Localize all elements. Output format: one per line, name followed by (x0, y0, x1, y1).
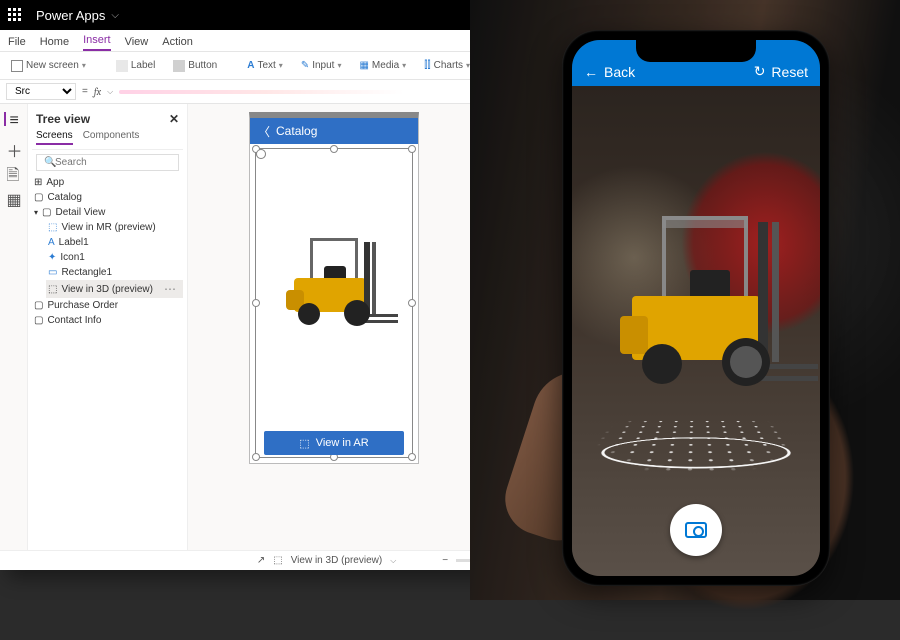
menu-view[interactable]: View (125, 33, 149, 51)
tree-node-catalog[interactable]: ▢Catalog (32, 190, 183, 205)
tree-tab-components[interactable]: Components (83, 130, 140, 145)
menu-home[interactable]: Home (40, 33, 69, 51)
ribbon-label[interactable]: Label (111, 57, 160, 75)
ribbon-charts[interactable]: ⫿⫿Charts▾ (419, 57, 475, 74)
back-button[interactable]: ← Back (584, 64, 635, 80)
tree-node-icon1[interactable]: ✦Icon1 (46, 250, 183, 265)
device-preview: 〈 Catalog (249, 112, 419, 464)
tree-tab-screens[interactable]: Screens (36, 130, 73, 145)
ribbon-media[interactable]: ▦Media▾ (354, 57, 411, 74)
rail-data-icon[interactable]: 🗎 (7, 164, 21, 178)
tree-node-purchase-order[interactable]: ▢Purchase Order (32, 298, 183, 313)
close-icon[interactable]: ✕ (169, 112, 179, 126)
rail-insert-icon[interactable]: ＋ (7, 138, 21, 152)
tree-node-label1[interactable]: ALabel1 (46, 235, 183, 250)
view-3d-control[interactable] (254, 148, 414, 427)
ribbon-new-screen[interactable]: New screen▾ (6, 57, 91, 75)
view-in-ar-label: View in AR (316, 437, 369, 449)
tree-node-rectangle1[interactable]: ▭Rectangle1 (46, 265, 183, 280)
preview-title: Catalog (276, 124, 317, 138)
property-selector[interactable]: Src (6, 83, 76, 100)
camera-icon (685, 522, 707, 538)
preview-header: 〈 Catalog (250, 118, 418, 144)
rail-tree-icon[interactable]: ≡ (4, 112, 18, 126)
menu-file[interactable]: File (8, 33, 26, 51)
tree-search: 🔍 (36, 154, 179, 171)
phone-screen: ← Back ↻ Reset (572, 40, 820, 576)
ribbon-text[interactable]: AText▾ (242, 57, 288, 74)
ar-cube-icon: ⬚ (299, 437, 309, 450)
tree-node-detail[interactable]: ▾▢Detail View (32, 205, 183, 220)
search-icon: 🔍 (44, 157, 56, 168)
forklift-ar-model[interactable] (606, 216, 806, 416)
equals-sign: = (82, 86, 88, 97)
tree-node-app[interactable]: ⊞App (32, 175, 183, 190)
arrow-left-icon: ← (584, 64, 598, 80)
fx-label: fx (94, 86, 101, 98)
back-label: Back (604, 64, 635, 80)
fx-caret-icon[interactable]: ⌵ (107, 87, 113, 97)
tree-view-pane: Tree view ✕ Screens Components 🔍 ⊞App ▢C… (28, 104, 188, 550)
ribbon-input[interactable]: ✎Input▾ (296, 57, 347, 74)
left-rail: ≡ ＋ 🗎 ▦ (0, 104, 28, 550)
phone-mockup: ← Back ↻ Reset (562, 30, 830, 586)
app-launcher-icon[interactable] (0, 0, 30, 30)
reset-icon: ↻ (754, 63, 766, 80)
tree-title: Tree view (36, 112, 90, 126)
design-canvas[interactable]: 〈 Catalog (188, 104, 480, 550)
status-chevron-icon[interactable]: ↗ (257, 555, 265, 566)
reset-button[interactable]: ↻ Reset (754, 63, 808, 80)
reset-label: Reset (771, 64, 808, 80)
phone-notch (636, 40, 756, 62)
forklift-model (274, 238, 394, 338)
ribbon-button[interactable]: Button (168, 57, 222, 75)
app-title-caret-icon[interactable]: ⌵ (111, 10, 119, 21)
app-title: Power Apps (30, 8, 111, 23)
status-selection: View in 3D (preview) (291, 555, 383, 566)
tree-node-view-3d[interactable]: ⬚View in 3D (preview)⋯ (46, 280, 183, 298)
camera-shutter-button[interactable] (670, 504, 722, 556)
zoom-out-icon[interactable]: − (442, 555, 448, 566)
tree-node-view-mr[interactable]: ⬚View in MR (preview) (46, 220, 183, 235)
tree-search-input[interactable] (36, 154, 179, 171)
ar-view[interactable] (572, 86, 820, 576)
tree-node-contact-info[interactable]: ▢Contact Info (32, 313, 183, 328)
more-icon[interactable]: ⋯ (164, 282, 181, 296)
menu-insert[interactable]: Insert (83, 31, 111, 51)
menu-action[interactable]: Action (162, 33, 193, 51)
view-in-ar-button[interactable]: ⬚ View in AR (264, 431, 404, 455)
chevron-left-icon[interactable]: 〈 (258, 123, 270, 140)
rail-media-icon[interactable]: ▦ (7, 190, 21, 204)
